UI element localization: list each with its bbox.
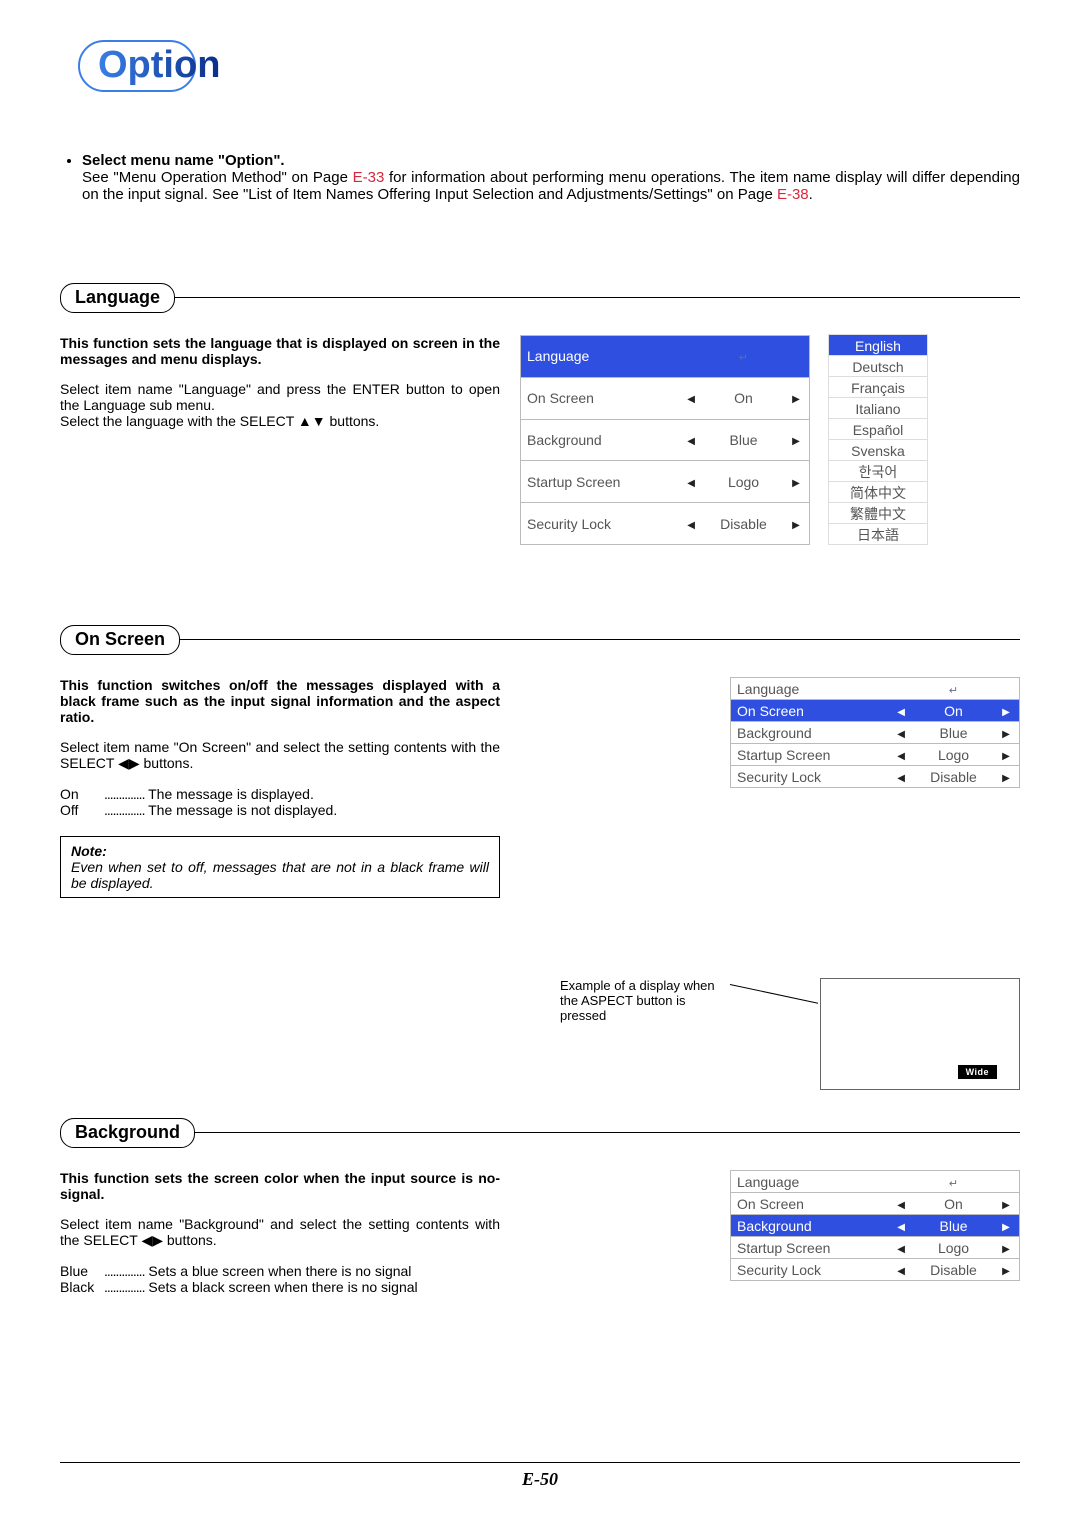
intro-heading: Select menu name "Option".	[82, 152, 285, 169]
page-footer: E-50	[60, 1462, 1020, 1490]
background-para1: Select item name "Background" and select…	[60, 1216, 500, 1249]
intro-bullet: Select menu name "Option". See "Menu Ope…	[82, 152, 1020, 203]
callout-line	[730, 984, 818, 1004]
aspect-caption: Example of a display when the ASPECT but…	[560, 978, 730, 1023]
menu-item-language: Language	[731, 1171, 889, 1193]
menu-item-security: Security Lock	[521, 503, 679, 545]
background-description: This function sets the screen color when…	[60, 1170, 500, 1295]
note-text: Even when set to off, messages that are …	[71, 859, 489, 891]
menu-val-blue: Blue	[704, 419, 783, 461]
menu-val-logo: Logo	[914, 1237, 993, 1259]
menu-item-onscreen: On Screen	[731, 1193, 889, 1215]
menu-val-logo: Logo	[704, 461, 783, 503]
menu-val-on: On	[914, 1193, 993, 1215]
background-bold: This function sets the screen color when…	[60, 1170, 500, 1202]
onscreen-description: This function switches on/off the messag…	[60, 677, 500, 898]
menu-val-on: On	[914, 700, 993, 722]
aspect-display-box: Wide	[820, 978, 1020, 1090]
menu-item-startup: Startup Screen	[731, 1237, 889, 1259]
lang-option: English	[828, 334, 928, 356]
aspect-example: Example of a display when the ASPECT but…	[60, 978, 1020, 1090]
opt-on-desc: The message is displayed.	[148, 786, 314, 802]
opt-blue-label: Blue	[60, 1263, 104, 1279]
lang-option: Français	[828, 376, 928, 398]
section-heading-background: Background	[60, 1118, 195, 1148]
section-background: Background This function sets the screen…	[60, 1118, 1020, 1295]
intro-text-c: .	[809, 186, 813, 203]
note-label: Note:	[71, 843, 489, 859]
opt-on-label: On	[60, 786, 104, 802]
aspect-badge: Wide	[958, 1065, 997, 1079]
option-menu-background: Language ↵ On Screen◀On▶ Background◀Blue…	[730, 1170, 1020, 1281]
language-menu-wrap: Language ↵ On Screen◀On▶ Background◀Blue…	[520, 335, 928, 545]
menu-item-onscreen: On Screen	[521, 377, 679, 419]
menu-val-logo: Logo	[914, 744, 993, 766]
language-para2: Select the language with the SELECT ▲▼ b…	[60, 413, 500, 429]
menu-item-background: Background	[521, 419, 679, 461]
language-bold: This function sets the language that is …	[60, 335, 500, 367]
menu-item-language: Language	[731, 678, 889, 700]
section-language: Language This function sets the language…	[60, 283, 1020, 545]
menu-val-disable: Disable	[914, 1259, 993, 1281]
language-submenu: English Deutsch Français Italiano Españo…	[828, 335, 928, 545]
enter-icon: ↵	[949, 1178, 958, 1190]
lang-option: Italiano	[828, 397, 928, 419]
section-onscreen: On Screen This function switches on/off …	[60, 625, 1020, 1090]
onscreen-bold: This function switches on/off the messag…	[60, 677, 500, 725]
menu-item-startup: Startup Screen	[521, 461, 679, 503]
menu-val-on: On	[704, 377, 783, 419]
language-para1: Select item name "Language" and press th…	[60, 381, 500, 413]
enter-icon: ↵	[949, 685, 958, 697]
opt-black-label: Black	[60, 1279, 104, 1295]
menu-item-onscreen: On Screen	[731, 700, 889, 722]
menu-val-blue: Blue	[914, 1215, 993, 1237]
lang-option: 繁體中文	[828, 502, 928, 524]
menu-item-security: Security Lock	[731, 766, 889, 788]
lang-option: 한국어	[828, 460, 928, 482]
page-ref-1: E-33	[353, 169, 385, 186]
option-menu-onscreen: Language ↵ On Screen◀On▶ Background◀Blue…	[730, 677, 1020, 788]
page-title-container: Option	[78, 40, 1020, 100]
lang-option: Español	[828, 418, 928, 440]
opt-black-desc: Sets a black screen when there is no sig…	[148, 1279, 417, 1295]
opt-off-desc: The message is not displayed.	[148, 802, 337, 818]
lang-option: 简体中文	[828, 481, 928, 503]
page-ref-2: E-38	[777, 186, 809, 203]
menu-item-background: Background	[731, 1215, 889, 1237]
menu-item-background: Background	[731, 722, 889, 744]
menu-item-startup: Startup Screen	[731, 744, 889, 766]
language-description: This function sets the language that is …	[60, 335, 500, 429]
lang-option: Deutsch	[828, 355, 928, 377]
page-title: Option	[98, 44, 220, 87]
intro-block: Select menu name "Option". See "Menu Ope…	[60, 152, 1020, 203]
note-box: Note: Even when set to off, messages tha…	[60, 836, 500, 898]
section-heading-language: Language	[60, 283, 175, 313]
intro-text-a: See "Menu Operation Method" on Page	[82, 169, 353, 186]
opt-blue-desc: Sets a blue screen when there is no sign…	[148, 1263, 411, 1279]
manual-page: Option Select menu name "Option". See "M…	[0, 0, 1080, 1526]
menu-val-blue: Blue	[914, 722, 993, 744]
onscreen-para1: Select item name "On Screen" and select …	[60, 739, 500, 772]
lang-option: 日本語	[828, 523, 928, 545]
option-menu-language: Language ↵ On Screen◀On▶ Background◀Blue…	[520, 335, 810, 545]
section-heading-onscreen: On Screen	[60, 625, 180, 655]
menu-val-disable: Disable	[704, 503, 783, 545]
enter-icon: ↵	[739, 352, 748, 364]
menu-item-language: Language	[521, 336, 679, 378]
menu-item-security: Security Lock	[731, 1259, 889, 1281]
page-number: E-50	[522, 1469, 558, 1489]
opt-off-label: Off	[60, 802, 104, 818]
lang-option: Svenska	[828, 439, 928, 461]
menu-val-disable: Disable	[914, 766, 993, 788]
